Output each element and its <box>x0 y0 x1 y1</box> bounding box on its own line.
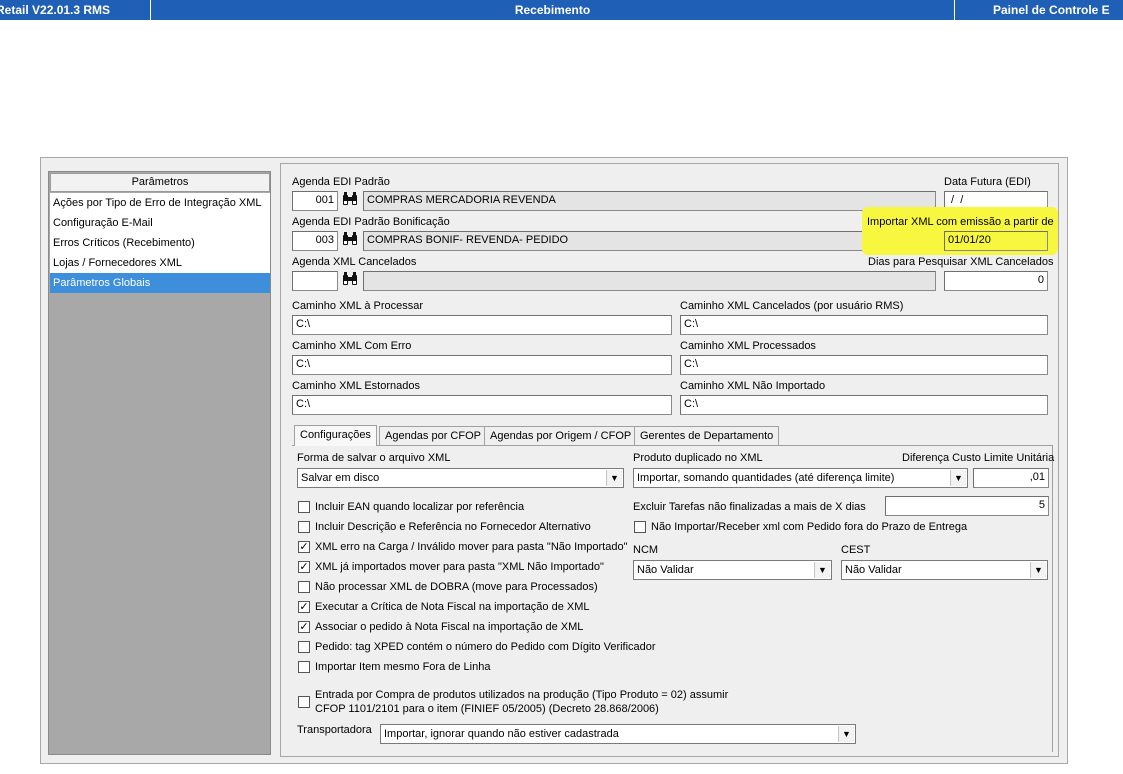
nao-processar-dobra-checkbox[interactable] <box>298 581 310 593</box>
excluir-tarefas-input[interactable]: 5 <box>885 496 1049 516</box>
agenda-bonif-label: Agenda EDI Padrão Bonificação <box>292 216 450 228</box>
nao-importar-pedido-checkbox[interactable] <box>634 521 646 533</box>
incluir-ean-label: Incluir EAN quando localizar por referên… <box>315 501 525 513</box>
produto-duplicado-value: Importar, somando quantidades (até difer… <box>637 472 895 484</box>
tab-agendas-origem-cfop[interactable]: Agendas por Origem / CFOP <box>484 426 638 445</box>
transportadora-select[interactable]: Importar, ignorar quando não estiver cad… <box>380 724 856 744</box>
produto-duplicado-select[interactable]: Importar, somando quantidades (até difer… <box>633 468 968 488</box>
entrada-compra-line1: Entrada por Compra de produtos utilizado… <box>315 689 729 701</box>
xml-erro-carga-checkbox[interactable]: ✓ <box>298 541 310 553</box>
associar-pedido-checkbox[interactable]: ✓ <box>298 621 310 633</box>
binoculars-icon[interactable] <box>340 232 360 250</box>
agenda-cancelados-label: Agenda XML Cancelados <box>292 256 417 268</box>
importar-fora-linha-checkbox[interactable] <box>298 661 310 673</box>
nao-importar-pedido-label: Não Importar/Receber xml com Pedido fora… <box>651 521 968 533</box>
chevron-down-icon[interactable]: ▼ <box>838 726 854 742</box>
module-title: Recebimento <box>514 3 591 17</box>
diferenca-custo-input[interactable]: ,01 <box>973 468 1049 488</box>
binoculars-icon[interactable] <box>340 192 360 210</box>
xml-ja-importados-label: XML já importados mover para pasta "XML … <box>315 561 604 573</box>
ncm-value: Não Validar <box>637 564 694 576</box>
caminho-nao-importado-input[interactable]: C:\ <box>680 395 1048 415</box>
agenda-cancelados-desc <box>363 271 936 291</box>
title-bar: Retail V22.01.3 RMS Recebimento Painel d… <box>0 0 1123 20</box>
cest-select[interactable]: Não Validar ▼ <box>841 560 1048 580</box>
forma-salvar-select[interactable]: Salvar em disco ▼ <box>297 468 624 488</box>
pedido-xped-checkbox[interactable] <box>298 641 310 653</box>
chevron-down-icon[interactable]: ▼ <box>950 470 966 486</box>
excluir-tarefas-label: Excluir Tarefas não finalizadas a mais d… <box>633 501 866 513</box>
ncm-select[interactable]: Não Validar ▼ <box>633 560 832 580</box>
sidebar-header: Parâmetros <box>50 173 270 192</box>
transportadora-value: Importar, ignorar quando não estiver cad… <box>384 728 619 740</box>
agenda-bonif-code-input[interactable]: 003 <box>292 231 338 251</box>
caminho-erro-input[interactable]: C:\ <box>292 355 672 375</box>
incluir-descricao-label: Incluir Descrição e Referência no Fornec… <box>315 521 591 533</box>
caminho-cancelados-input[interactable]: C:\ <box>680 315 1048 335</box>
dias-pesquisar-label: Dias para Pesquisar XML Cancelados <box>868 256 1054 268</box>
sidebar-item-config-email[interactable]: Configuração E-Mail <box>50 213 270 233</box>
sidebar-item-parametros-globais[interactable]: Parâmetros Globais <box>50 273 270 293</box>
cest-label: CEST <box>841 544 871 556</box>
entrada-compra-line2: CFOP 1101/2101 para o item (FINIEF 05/20… <box>315 703 659 715</box>
tab-gerentes-departamento[interactable]: Gerentes de Departamento <box>634 426 780 445</box>
caminho-nao-importado-label: Caminho XML Não Importado <box>680 380 826 392</box>
transportadora-label: Transportadora <box>297 724 372 736</box>
sidebar-item-erros-criticos[interactable]: Erros Críticos (Recebimento) <box>50 233 270 253</box>
diferenca-custo-label: Diferença Custo Limite Unitária <box>902 452 1055 464</box>
cest-value: Não Validar <box>845 564 902 576</box>
app-version-title: Retail V22.01.3 RMS <box>0 3 111 17</box>
entrada-compra-checkbox[interactable] <box>298 696 310 708</box>
tab-configuracoes[interactable]: Configurações <box>294 425 377 446</box>
importar-xml-date-input[interactable]: 01/01/20 <box>944 231 1048 251</box>
executar-critica-label: Executar a Crítica de Nota Fiscal na imp… <box>315 601 590 613</box>
dias-pesquisar-input[interactable]: 0 <box>944 271 1048 291</box>
agenda-bonif-desc: COMPRAS BONIF- REVENDA- PEDIDO <box>363 231 936 251</box>
forma-salvar-label: Forma de salvar o arquivo XML <box>297 452 451 464</box>
data-futura-label: Data Futura (EDI) <box>944 176 1031 188</box>
agenda-edi-label: Agenda EDI Padrão <box>292 176 390 188</box>
caminho-processados-input[interactable]: C:\ <box>680 355 1048 375</box>
chevron-down-icon[interactable]: ▼ <box>814 562 830 578</box>
tab-agendas-cfop[interactable]: Agendas por CFOP <box>379 426 487 445</box>
agenda-cancelados-code-input[interactable] <box>292 271 338 291</box>
pedido-xped-label: Pedido: tag XPED contém o número do Pedi… <box>315 641 656 653</box>
agenda-edi-code-input[interactable]: 001 <box>292 191 338 211</box>
sidebar-item-lojas-fornecedores[interactable]: Lojas / Fornecedores XML <box>50 253 270 273</box>
produto-duplicado-label: Produto duplicado no XML <box>633 452 763 464</box>
chevron-down-icon[interactable]: ▼ <box>606 470 622 486</box>
xml-ja-importados-checkbox[interactable]: ✓ <box>298 561 310 573</box>
associar-pedido-label: Associar o pedido à Nota Fiscal na impor… <box>315 621 584 633</box>
caminho-cancelados-label: Caminho XML Cancelados (por usuário RMS) <box>680 300 904 312</box>
sidebar-item-acoes-erro[interactable]: Ações por Tipo de Erro de Integração XML <box>50 193 270 213</box>
caminho-estornados-input[interactable]: C:\ <box>292 395 672 415</box>
incluir-ean-checkbox[interactable] <box>298 501 310 513</box>
caminho-erro-label: Caminho XML Com Erro <box>292 340 412 352</box>
forma-salvar-value: Salvar em disco <box>301 472 380 484</box>
importar-xml-label: Importar XML com emissão a partir de <box>867 216 1054 228</box>
caminho-processar-input[interactable]: C:\ <box>292 315 672 335</box>
executar-critica-checkbox[interactable]: ✓ <box>298 601 310 613</box>
caminho-estornados-label: Caminho XML Estornados <box>292 380 420 392</box>
xml-erro-carga-label: XML erro na Carga / Inválido mover para … <box>315 541 628 553</box>
binoculars-icon[interactable] <box>340 272 360 290</box>
agenda-edi-desc: COMPRAS MERCADORIA REVENDA <box>363 191 936 211</box>
ncm-label: NCM <box>633 544 659 556</box>
nao-processar-dobra-label: Não processar XML de DOBRA (move para Pr… <box>315 581 598 593</box>
incluir-descricao-checkbox[interactable] <box>298 521 310 533</box>
caminho-processar-label: Caminho XML à Processar <box>292 300 424 312</box>
chevron-down-icon[interactable]: ▼ <box>1030 562 1046 578</box>
caminho-processados-label: Caminho XML Processados <box>680 340 816 352</box>
control-panel-title[interactable]: Painel de Controle E <box>955 0 1123 20</box>
importar-fora-linha-label: Importar Item mesmo Fora de Linha <box>315 661 491 673</box>
